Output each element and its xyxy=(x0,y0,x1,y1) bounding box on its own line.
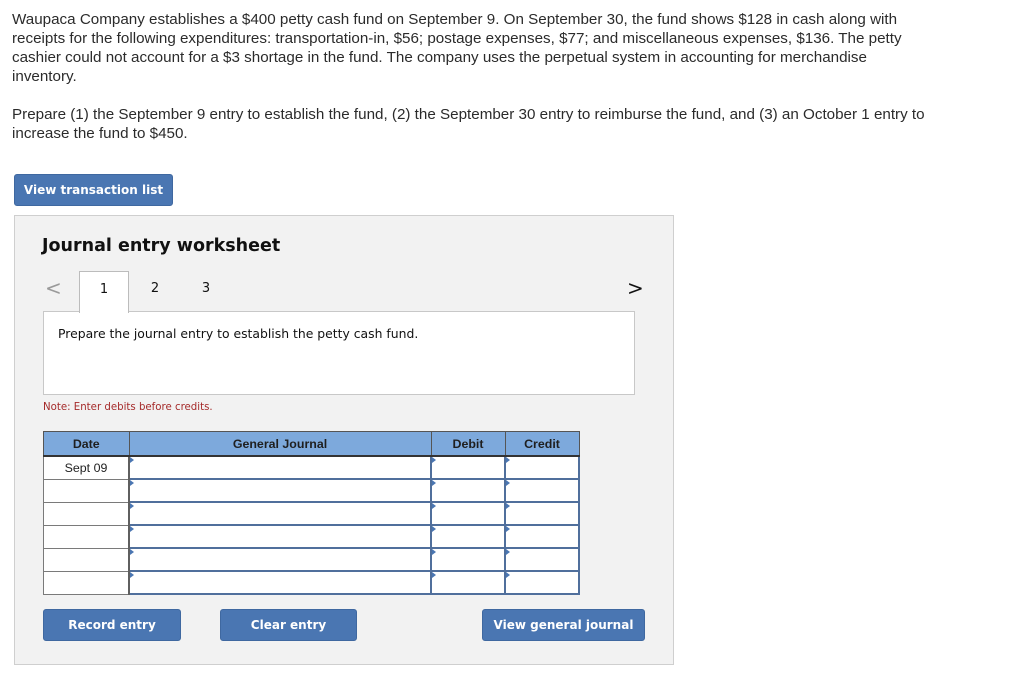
dropdown-marker-icon xyxy=(130,503,134,509)
dropdown-marker-icon xyxy=(432,572,436,578)
credit-input[interactable] xyxy=(504,524,580,549)
clear-entry-button[interactable]: Clear entry xyxy=(220,609,357,641)
account-input[interactable] xyxy=(128,524,432,549)
account-input[interactable] xyxy=(128,501,432,526)
dropdown-marker-icon xyxy=(130,572,134,578)
debit-input[interactable] xyxy=(430,547,506,572)
table-row: Sept 09 xyxy=(43,455,580,480)
dropdown-marker-icon xyxy=(130,526,134,532)
dropdown-marker-icon xyxy=(506,549,510,555)
dropdown-marker-icon xyxy=(130,549,134,555)
journal-entry-worksheet: Journal entry worksheet < 1 2 3 > Prepar… xyxy=(14,215,674,665)
debit-input[interactable] xyxy=(430,455,506,480)
journal-table: Date General Journal Debit Credit Sept 0… xyxy=(43,431,580,595)
dropdown-marker-icon xyxy=(432,480,436,486)
dropdown-marker-icon xyxy=(432,503,436,509)
journal-header-row: Date General Journal Debit Credit xyxy=(43,431,580,457)
view-general-journal-button[interactable]: View general journal xyxy=(482,609,645,641)
dropdown-marker-icon xyxy=(432,457,436,463)
problem-paragraph-2: Prepare (1) the September 9 entry to est… xyxy=(12,106,925,142)
dropdown-marker-icon xyxy=(506,526,510,532)
table-row xyxy=(43,570,580,595)
account-input[interactable] xyxy=(128,478,432,503)
tab-2[interactable]: 2 xyxy=(130,271,180,311)
header-debit: Debit xyxy=(430,431,506,457)
dropdown-marker-icon xyxy=(506,572,510,578)
account-input[interactable] xyxy=(128,547,432,572)
instruction-text: Prepare the journal entry to establish t… xyxy=(58,326,419,341)
credit-input[interactable] xyxy=(504,570,580,595)
credit-input[interactable] xyxy=(504,455,580,480)
problem-paragraph-1: Waupaca Company establishes a $400 petty… xyxy=(12,11,902,85)
dropdown-marker-icon xyxy=(506,480,510,486)
tab-3[interactable]: 3 xyxy=(181,271,231,311)
view-transaction-list-button[interactable]: View transaction list xyxy=(14,174,173,206)
problem-statement: Waupaca Company establishes a $400 petty… xyxy=(12,10,932,143)
header-general-journal: General Journal xyxy=(128,431,432,457)
header-date: Date xyxy=(43,431,130,457)
header-credit: Credit xyxy=(504,431,580,457)
table-row xyxy=(43,478,580,503)
table-row xyxy=(43,524,580,549)
debit-input[interactable] xyxy=(430,501,506,526)
credit-input[interactable] xyxy=(504,547,580,572)
debit-input[interactable] xyxy=(430,524,506,549)
table-row xyxy=(43,547,580,572)
chevron-right-icon[interactable]: > xyxy=(627,276,644,300)
debit-input[interactable] xyxy=(430,570,506,595)
record-entry-button[interactable]: Record entry xyxy=(43,609,181,641)
dropdown-marker-icon xyxy=(432,549,436,555)
account-input[interactable] xyxy=(128,570,432,595)
credit-input[interactable] xyxy=(504,501,580,526)
dropdown-marker-icon xyxy=(506,503,510,509)
note-text: Note: Enter debits before credits. xyxy=(43,402,213,413)
worksheet-title: Journal entry worksheet xyxy=(42,236,281,256)
table-row xyxy=(43,501,580,526)
dropdown-marker-icon xyxy=(130,457,134,463)
debit-input[interactable] xyxy=(430,478,506,503)
dropdown-marker-icon xyxy=(432,526,436,532)
account-input[interactable] xyxy=(128,455,432,480)
dropdown-marker-icon xyxy=(506,457,510,463)
date-cell[interactable] xyxy=(43,570,130,595)
credit-input[interactable] xyxy=(504,478,580,503)
dropdown-marker-icon xyxy=(130,480,134,486)
date-cell[interactable]: Sept 09 xyxy=(43,455,130,480)
tab-1[interactable]: 1 xyxy=(79,271,129,313)
chevron-left-icon[interactable]: < xyxy=(45,276,62,300)
date-cell[interactable] xyxy=(43,524,130,549)
date-cell[interactable] xyxy=(43,501,130,526)
instruction-box: Prepare the journal entry to establish t… xyxy=(43,311,635,395)
date-cell[interactable] xyxy=(43,547,130,572)
date-cell[interactable] xyxy=(43,478,130,503)
